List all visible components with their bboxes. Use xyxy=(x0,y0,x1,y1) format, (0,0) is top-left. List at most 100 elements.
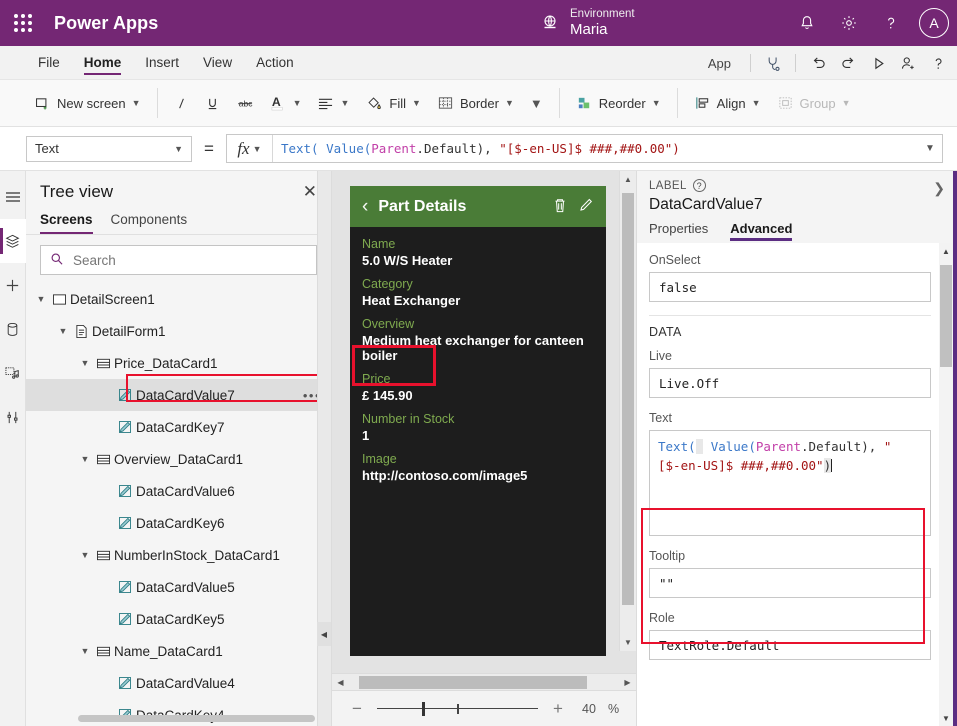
role-input[interactable]: TextRole.Default xyxy=(649,630,931,660)
new-screen-button[interactable]: New screen ▼ xyxy=(26,90,149,117)
formula-input[interactable]: Text( Value(Parent.Default), "[$-en-US]$… xyxy=(273,141,918,156)
formula-input-wrapper[interactable]: fx ▼ Text( Value(Parent.Default), "[$-en… xyxy=(226,134,943,163)
menu-item-view[interactable]: View xyxy=(191,46,244,79)
tree-node-detailscreen1[interactable]: ▼DetailScreen1 xyxy=(26,283,331,315)
tree-node-datacardvalue7[interactable]: DataCardValue7••• xyxy=(26,379,331,411)
canvas-hscroll-thumb[interactable] xyxy=(359,676,587,689)
chevron-down-icon[interactable]: ▼ xyxy=(78,550,92,560)
tab-properties[interactable]: Properties xyxy=(649,221,708,243)
undo-icon[interactable] xyxy=(803,48,833,78)
tree-view-layers-icon[interactable] xyxy=(0,219,26,263)
environment-selector[interactable]: Environment Maria xyxy=(540,0,635,46)
text-formula-input[interactable]: Text( Value(Parent.Default), "[$-en-US]$… xyxy=(649,430,931,536)
font-color-button[interactable]: A ▼ xyxy=(262,89,310,117)
help-icon-properties[interactable]: ? xyxy=(693,179,706,192)
app-screen-preview[interactable]: ‹ Part Details xyxy=(350,186,606,656)
insert-plus-icon[interactable] xyxy=(0,263,26,307)
share-user-icon[interactable] xyxy=(893,48,923,78)
align-objects-button[interactable]: Align ▼ xyxy=(686,90,769,116)
menu-item-insert[interactable]: Insert xyxy=(133,46,191,79)
expand-panel-icon[interactable]: ❯ xyxy=(933,180,945,197)
canvas-vscroll-thumb[interactable] xyxy=(622,193,634,605)
back-chevron-icon[interactable]: ‹ xyxy=(362,197,368,216)
notifications-icon[interactable] xyxy=(789,5,825,41)
menu-item-file[interactable]: File xyxy=(26,46,72,79)
help-icon[interactable] xyxy=(873,5,909,41)
properties-vertical-scrollbar[interactable]: ▲ ▼ xyxy=(939,243,953,726)
canvas-hscroll-track[interactable] xyxy=(349,674,619,691)
onselect-input[interactable]: false xyxy=(649,272,931,302)
tab-screens[interactable]: Screens xyxy=(40,208,93,234)
scroll-down-icon[interactable]: ▼ xyxy=(620,634,636,651)
search-input[interactable] xyxy=(71,252,307,269)
tree-node-datacardkey5[interactable]: DataCardKey5 xyxy=(26,603,331,635)
scroll-left-icon[interactable]: ◀ xyxy=(332,678,349,687)
properties-vscroll-thumb[interactable] xyxy=(940,265,952,367)
zoom-in-button[interactable]: + xyxy=(550,699,566,719)
scroll-up-icon[interactable]: ▲ xyxy=(620,171,636,188)
tree-node-datacardkey6[interactable]: DataCardKey6 xyxy=(26,507,331,539)
form-field[interactable]: Imagehttp://contoso.com/image5 xyxy=(362,452,594,483)
scroll-right-icon[interactable]: ▶ xyxy=(619,678,636,687)
tab-components[interactable]: Components xyxy=(111,208,188,234)
form-field[interactable]: Price£ 145.90 xyxy=(362,372,594,403)
canvas-vertical-scrollbar[interactable]: ▲ ▼ xyxy=(619,171,636,651)
tree-node-datacardvalue5[interactable]: DataCardValue5 xyxy=(26,571,331,603)
tooltip-input[interactable]: "" xyxy=(649,568,931,598)
scroll-down-icon-properties[interactable]: ▼ xyxy=(939,710,953,726)
canvas-horizontal-scrollbar[interactable]: ◀ ▶ xyxy=(332,673,636,690)
settings-gear-icon[interactable] xyxy=(831,5,867,41)
help-icon-menu[interactable] xyxy=(923,48,953,78)
border-button[interactable]: Border ▼ xyxy=(429,90,522,116)
property-selector[interactable]: Text ▼ xyxy=(26,136,192,162)
form-field[interactable]: Name5.0 W/S Heater xyxy=(362,237,594,268)
tree-node-datacardvalue4[interactable]: DataCardValue4 xyxy=(26,667,331,699)
pencil-icon[interactable] xyxy=(578,197,594,217)
tree-node-datacardvalue6[interactable]: DataCardValue6 xyxy=(26,475,331,507)
chevron-down-icon[interactable]: ▼ xyxy=(78,454,92,464)
italic-button[interactable] xyxy=(166,90,197,117)
tree-horizontal-scrollbar[interactable] xyxy=(78,715,315,722)
search-box[interactable] xyxy=(40,245,317,275)
media-icon[interactable] xyxy=(0,351,26,395)
tree-node-overview_datacard1[interactable]: ▼Overview_DataCard1 xyxy=(26,443,331,475)
app-checker-icon[interactable] xyxy=(758,48,788,78)
tab-advanced[interactable]: Advanced xyxy=(730,221,792,243)
reorder-button[interactable]: Reorder ▼ xyxy=(568,90,669,117)
app-menu-button[interactable]: App xyxy=(696,56,743,71)
data-sources-icon[interactable] xyxy=(0,307,26,351)
formula-expand-icon[interactable]: ▼ xyxy=(918,143,942,154)
strikethrough-button[interactable]: abc xyxy=(228,90,262,117)
chevron-down-icon[interactable]: ▼ xyxy=(56,326,70,336)
canvas-area[interactable]: ‹ Part Details xyxy=(332,171,636,673)
user-avatar[interactable]: A xyxy=(919,8,949,38)
zoom-slider[interactable] xyxy=(377,701,538,717)
preview-play-icon[interactable] xyxy=(863,48,893,78)
tree-node-name_datacard1[interactable]: ▼Name_DataCard1 xyxy=(26,635,331,667)
chevron-down-icon[interactable]: ▼ xyxy=(78,646,92,656)
hamburger-menu-icon[interactable] xyxy=(0,175,26,219)
scroll-up-icon-properties[interactable]: ▲ xyxy=(939,243,953,259)
zoom-slider-thumb[interactable] xyxy=(422,702,425,716)
tree-node-datacardkey7[interactable]: DataCardKey7 xyxy=(26,411,331,443)
underline-button[interactable] xyxy=(197,90,228,117)
advanced-tools-icon[interactable] xyxy=(0,395,26,439)
chevron-down-icon[interactable]: ▼ xyxy=(34,294,48,304)
form-field[interactable]: OverviewMedium heat exchanger for cantee… xyxy=(362,317,594,363)
trash-icon[interactable] xyxy=(552,197,568,217)
align-text-button[interactable]: ▼ xyxy=(309,91,357,116)
tree-node-detailform1[interactable]: ▼DetailForm1 xyxy=(26,315,331,347)
tree-node-numberinstock_datacard1[interactable]: ▼NumberInStock_DataCard1 xyxy=(26,539,331,571)
collapse-pane-icon[interactable]: ◀ xyxy=(317,622,331,646)
fx-icon[interactable]: fx ▼ xyxy=(227,135,273,162)
menu-item-home[interactable]: Home xyxy=(72,46,134,79)
app-launcher-waffle-icon[interactable] xyxy=(0,14,46,32)
menu-item-action[interactable]: Action xyxy=(244,46,306,79)
tree-node-price_datacard1[interactable]: ▼Price_DataCard1 xyxy=(26,347,331,379)
more-formatting-button[interactable]: ▼ xyxy=(522,91,551,116)
chevron-down-icon[interactable]: ▼ xyxy=(78,358,92,368)
fill-button[interactable]: Fill ▼ xyxy=(357,89,429,117)
form-field[interactable]: Number in Stock1 xyxy=(362,412,594,443)
live-input[interactable]: Live.Off xyxy=(649,368,931,398)
redo-icon[interactable] xyxy=(833,48,863,78)
